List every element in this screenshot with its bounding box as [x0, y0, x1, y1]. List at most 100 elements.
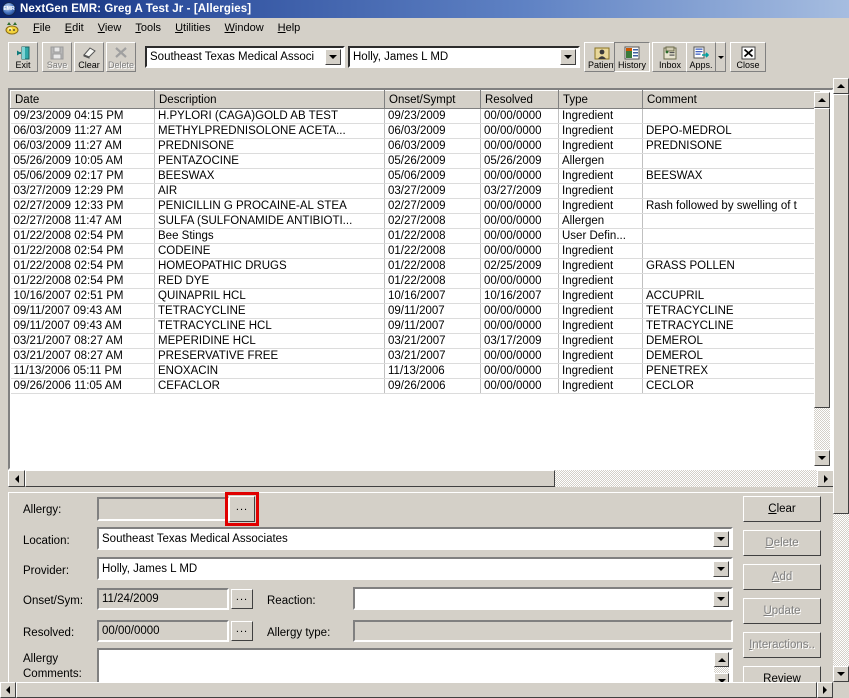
location-field[interactable]: Southeast Texas Medical Associates	[97, 527, 733, 550]
col-header-resolved[interactable]: Resolved	[480, 90, 559, 109]
cell-resolved: 00/00/0000	[480, 198, 559, 214]
apps-button[interactable]: Apps.	[686, 42, 716, 72]
clear-button[interactable]: Clear	[74, 42, 104, 72]
onset-field[interactable]: 11/24/2009	[97, 588, 229, 610]
exit-button[interactable]: Exit	[8, 42, 38, 72]
provider-combo[interactable]: Holly, James L MD	[348, 46, 580, 68]
reaction-field[interactable]	[353, 587, 733, 610]
allergy-type-field[interactable]	[353, 620, 733, 642]
table-row[interactable]: 05/06/2009 02:17 PM BEESWAX 05/06/2009 00/0…	[10, 168, 820, 184]
resolved-label: Resolved:	[23, 627, 75, 639]
allergy-grid[interactable]: Date Description Onset/Sympt Resolved Ty…	[8, 88, 834, 470]
table-row[interactable]: 09/11/2007 09:43 AM TETRACYCLINE HCL 09/11…	[10, 318, 820, 334]
provider-field[interactable]: Holly, James L MD	[97, 557, 733, 580]
menu-utilities[interactable]: Utilities	[168, 20, 217, 36]
chevron-down-icon[interactable]	[560, 49, 576, 65]
scroll-right-arrow-icon[interactable]	[817, 682, 833, 698]
delete-action-button[interactable]: Delete	[743, 530, 821, 556]
grid-vscroll-thumb[interactable]	[814, 108, 830, 408]
update-action-button[interactable]: Update	[743, 598, 821, 624]
scroll-down-arrow-icon[interactable]	[814, 450, 830, 466]
onset-browse-button[interactable]: ...	[231, 589, 253, 609]
resolved-field[interactable]: 00/00/0000	[97, 620, 229, 642]
grid-horizontal-scrollbar[interactable]	[8, 470, 834, 488]
table-row[interactable]: 01/22/2008 02:54 PM CODEINE 01/22/2008 00/0…	[10, 243, 820, 259]
resolved-browse-button[interactable]: ...	[231, 621, 253, 641]
menu-utilities-label: tilities	[183, 21, 211, 34]
menu-help[interactable]: Help	[271, 20, 308, 36]
table-row[interactable]: 01/22/2008 02:54 PM Bee Stings 01/22/2008 0…	[10, 228, 820, 244]
chevron-down-icon[interactable]	[713, 530, 729, 547]
table-row[interactable]: 01/22/2008 02:54 PM RED DYE 01/22/2008 00/0…	[10, 273, 820, 289]
chevron-down-icon[interactable]	[713, 590, 729, 607]
scroll-up-arrow-icon[interactable]	[833, 78, 849, 94]
grid-hscroll-thumb[interactable]	[25, 470, 555, 487]
menu-edit[interactable]: Edit	[58, 20, 91, 36]
close-button[interactable]: Close	[730, 42, 766, 72]
cell-comment: BEESWAX	[642, 168, 820, 184]
menu-file[interactable]: File	[26, 20, 58, 36]
save-button[interactable]: Save	[42, 42, 72, 72]
window-vscroll-thumb[interactable]	[833, 94, 849, 514]
allergy-browse-button[interactable]: ...	[229, 496, 255, 522]
location-combo[interactable]: Southeast Texas Medical Associ	[145, 46, 345, 68]
inbox-button[interactable]: Inbox	[652, 42, 688, 72]
menu-view[interactable]: View	[91, 20, 129, 36]
table-row[interactable]: 09/11/2007 09:43 AM TETRACYCLINE 09/11/200…	[10, 303, 820, 319]
menu-help-label: elp	[285, 21, 301, 34]
clear-action-button[interactable]: Clear	[743, 496, 821, 522]
col-header-type[interactable]: Type	[558, 90, 643, 109]
cell-date: 09/11/2007 09:43 AM	[10, 303, 155, 319]
apps-label: Apps.	[689, 60, 713, 70]
cell-description: TETRACYCLINE	[154, 303, 385, 319]
window-horizontal-scrollbar[interactable]	[0, 682, 849, 698]
table-row[interactable]: 09/26/2006 11:05 AM CEFACLOR 09/26/2006 00/…	[10, 378, 820, 394]
table-row[interactable]: 09/23/2009 04:15 PM H.PYLORI (CAGA)GOLD A…	[10, 108, 820, 124]
cell-onset: 01/22/2008	[384, 228, 481, 244]
chevron-down-icon[interactable]	[325, 49, 341, 65]
history-button[interactable]: History	[614, 42, 650, 72]
cell-date: 09/26/2006 11:05 AM	[10, 378, 155, 394]
resolved-browse-label: ...	[235, 623, 249, 635]
table-row[interactable]: 05/26/2009 10:05 AM PENTAZOCINE 05/26/2009…	[10, 153, 820, 169]
col-header-description[interactable]: Description	[154, 90, 385, 109]
allergy-field[interactable]	[97, 497, 229, 521]
table-row[interactable]: 02/27/2008 11:47 AM SULFA (SULFONAMIDE AN…	[10, 213, 820, 229]
cell-type: Ingredient	[558, 243, 643, 259]
table-row[interactable]: 03/27/2009 12:29 PM AIR 03/27/2009 03/27/20…	[10, 183, 820, 199]
col-header-date[interactable]: Date	[10, 90, 155, 109]
add-action-button[interactable]: Add	[743, 564, 821, 590]
scroll-right-arrow-icon[interactable]	[817, 470, 834, 487]
table-row[interactable]: 06/03/2009 11:27 AM PREDNISONE 06/03/2009 0…	[10, 138, 820, 154]
delete-button[interactable]: Delete	[106, 42, 136, 72]
table-row[interactable]: 11/13/2006 05:11 PM ENOXACIN 11/13/2006 00/…	[10, 363, 820, 379]
cell-type: Ingredient	[558, 303, 643, 319]
col-header-comment[interactable]: Comment	[642, 90, 820, 109]
cell-onset: 01/22/2008	[384, 243, 481, 259]
menu-window[interactable]: Window	[218, 20, 271, 36]
menu-tools[interactable]: Tools	[128, 20, 168, 36]
scroll-left-arrow-icon[interactable]	[8, 470, 25, 487]
mdi-child-icon[interactable]	[4, 21, 20, 35]
scroll-left-arrow-icon[interactable]	[0, 682, 16, 698]
close-x-icon	[741, 45, 756, 60]
apps-dropdown-arrow[interactable]	[716, 42, 726, 72]
window-hscroll-thumb[interactable]	[16, 682, 817, 698]
table-row[interactable]: 06/03/2009 11:27 AM METHYLPREDNISOLONE AC…	[10, 123, 820, 139]
grid-vertical-scrollbar[interactable]	[814, 92, 830, 466]
interactions-action-button[interactable]: Interactions..	[743, 632, 821, 658]
table-row[interactable]: 03/21/2007 08:27 AM MEPERIDINE HCL 03/21/2…	[10, 333, 820, 349]
table-row[interactable]: 03/21/2007 08:27 AM PRESERVATIVE FREE 03/2…	[10, 348, 820, 364]
scroll-up-arrow-icon[interactable]	[714, 652, 729, 667]
chevron-down-icon[interactable]	[713, 560, 729, 577]
scroll-up-arrow-icon[interactable]	[814, 92, 830, 108]
interactions-action-label: nteractions..	[752, 639, 815, 651]
cell-description: CODEINE	[154, 243, 385, 259]
table-row[interactable]: 10/16/2007 02:51 PM QUINAPRIL HCL 10/16/20…	[10, 288, 820, 304]
table-row[interactable]: 02/27/2009 12:33 PM PENICILLIN G PROCAINE…	[10, 198, 820, 214]
cell-comment: DEPO-MEDROL	[642, 123, 820, 139]
scroll-down-arrow-icon[interactable]	[833, 666, 849, 682]
window-vertical-scrollbar[interactable]	[833, 78, 849, 682]
table-row[interactable]: 01/22/2008 02:54 PM HOMEOPATHIC DRUGS 01/2…	[10, 258, 820, 274]
col-header-onset[interactable]: Onset/Sympt	[384, 90, 481, 109]
